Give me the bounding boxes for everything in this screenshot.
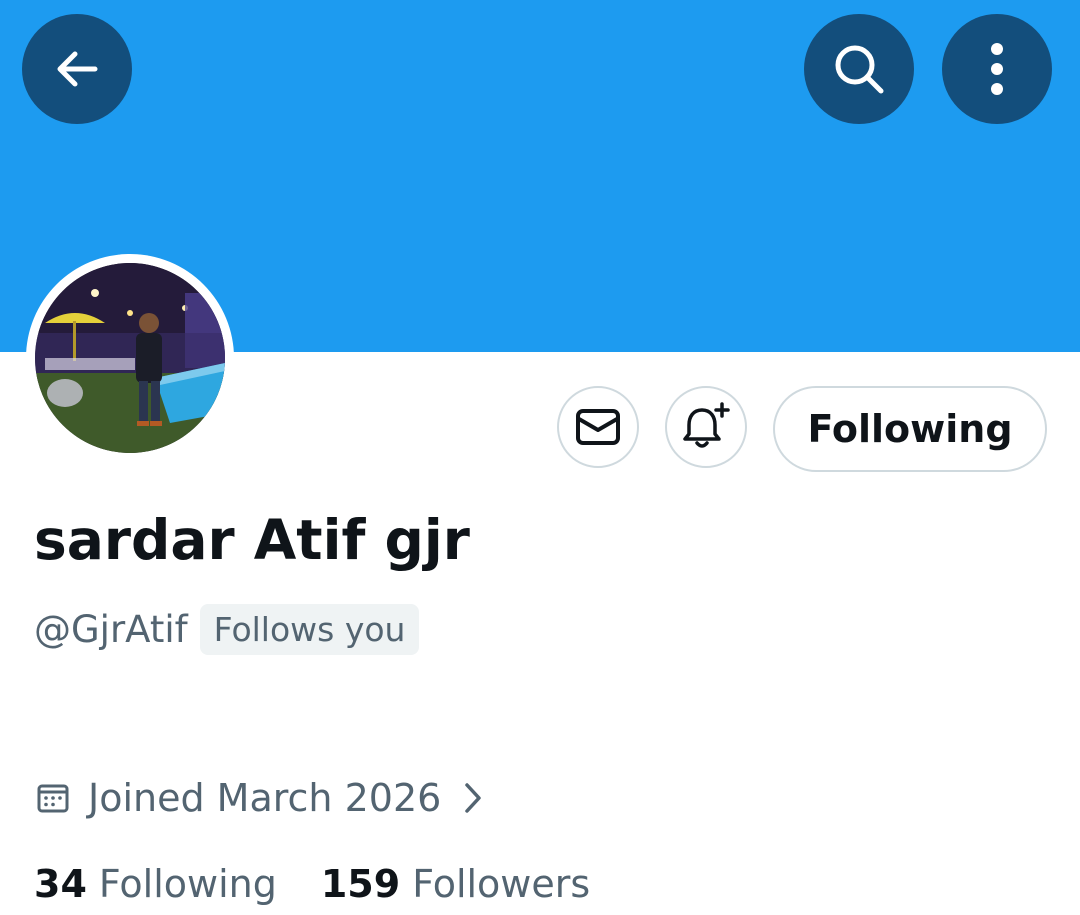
envelope-icon (576, 409, 620, 445)
notifications-button[interactable] (665, 386, 747, 468)
bell-plus-icon (683, 402, 730, 448)
avatar-frame[interactable] (26, 254, 234, 462)
followers-label: Followers (412, 862, 591, 906)
followers-stat[interactable]: 159 Followers (321, 862, 590, 906)
search-button[interactable] (804, 14, 914, 124)
following-label: Following (98, 862, 277, 906)
following-button[interactable]: Following (773, 386, 1047, 472)
message-button[interactable] (557, 386, 639, 468)
following-stat[interactable]: 34 Following (34, 862, 277, 906)
display-name: sardar Atif gjr (34, 508, 470, 572)
joined-date: Joined March 2026 (88, 776, 442, 820)
handle-row: @GjrAtif Follows you (34, 604, 420, 655)
more-options-button[interactable] (942, 14, 1052, 124)
user-handle: @GjrAtif (34, 608, 188, 651)
avatar-photo (35, 263, 225, 453)
more-vertical-icon (991, 43, 1003, 95)
chevron-right-icon (465, 783, 482, 813)
search-icon (835, 45, 884, 94)
calendar-icon (37, 784, 69, 813)
follows-you-badge: Follows you (199, 604, 420, 655)
followers-count: 159 (320, 862, 401, 906)
joined-date-row[interactable]: Joined March 2026 (36, 776, 483, 820)
arrow-left-icon (57, 51, 98, 87)
back-button[interactable] (22, 14, 132, 124)
following-count: 34 (34, 862, 87, 906)
avatar[interactable] (35, 263, 225, 453)
follow-stats: 34 Following 159 Followers (34, 862, 634, 906)
